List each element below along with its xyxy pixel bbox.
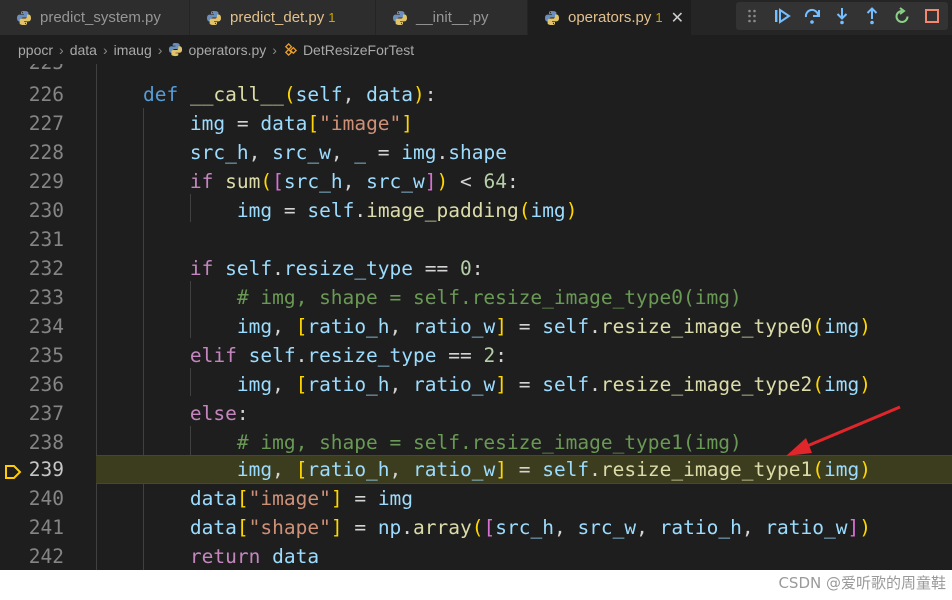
tab-label: predict_det.py — [230, 9, 325, 26]
drag-gripper-icon[interactable] — [742, 6, 762, 26]
breadcrumb-item[interactable]: ppocr — [18, 42, 53, 58]
tab-predict-det[interactable]: predict_det.py 1 — [190, 0, 376, 35]
step-out-icon[interactable] — [862, 6, 882, 26]
breadcrumb-item[interactable]: operators.py — [188, 42, 266, 58]
problem-count-badge: 1 — [328, 10, 336, 25]
python-file-icon — [544, 10, 560, 26]
debug-toolbar — [736, 2, 948, 30]
continue-icon[interactable] — [772, 6, 792, 26]
watermark-text: CSDN @爱听歌的周童鞋 — [778, 574, 946, 592]
annotation-arrow — [786, 405, 901, 456]
restart-icon[interactable] — [892, 6, 912, 26]
breadcrumb-item[interactable]: data — [70, 42, 97, 58]
close-tab-icon[interactable]: ✕ — [671, 8, 684, 28]
breadcrumb: ppocr › data › imaug › operators.py › De… — [0, 35, 952, 64]
class-symbol-icon — [283, 42, 298, 57]
python-file-icon — [206, 10, 222, 26]
python-file-icon — [168, 42, 183, 57]
python-file-icon — [16, 10, 32, 26]
chevron-right-icon: › — [272, 41, 277, 58]
stop-icon[interactable] — [922, 6, 942, 26]
breadcrumb-item[interactable]: DetResizeForTest — [303, 42, 414, 58]
step-over-icon[interactable] — [802, 6, 822, 26]
step-into-icon[interactable] — [832, 6, 852, 26]
tab-label: predict_system.py — [40, 9, 161, 26]
python-file-icon — [392, 10, 408, 26]
breadcrumb-item[interactable]: imaug — [114, 42, 152, 58]
tab-init[interactable]: __init__.py — [376, 0, 528, 35]
code-editor[interactable]: 225 226 def __call__(self, data): 227 im… — [0, 64, 952, 570]
chevron-right-icon: › — [59, 41, 64, 58]
tab-predict-system[interactable]: predict_system.py — [0, 0, 190, 35]
chevron-right-icon: › — [102, 41, 108, 58]
problem-count-badge: 1 — [655, 10, 663, 25]
tab-label: operators.py — [568, 9, 652, 26]
tab-operators[interactable]: operators.py 1 ✕ — [528, 0, 692, 35]
tab-label: __init__.py — [416, 9, 489, 26]
chevron-right-icon: › — [157, 41, 163, 58]
